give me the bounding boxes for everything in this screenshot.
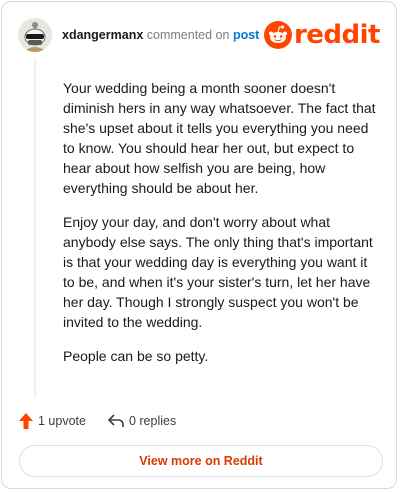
reddit-snoo-icon [263,21,292,49]
upvote-arrow-icon [19,413,33,429]
user-avatar[interactable] [18,18,52,52]
comment-header: xdangermanx commented on post reddit [18,18,381,52]
comment-paragraph: People can be so petty. [63,348,209,364]
comment-embed-card: xdangermanx commented on post reddit You… [1,1,397,489]
upvote-count: 1 upvote [38,414,86,428]
username-link[interactable]: xdangermanx [62,28,143,42]
comment-actions: 1 upvote 0 replies [19,411,198,431]
view-more-button[interactable]: View more on Reddit [19,445,383,477]
post-link[interactable]: post [233,28,259,42]
upvote-button[interactable]: 1 upvote [19,413,86,429]
replies-button[interactable]: 0 replies [108,414,176,428]
comment-body: Your wedding being a month sooner doesn'… [63,78,379,380]
thread-line [34,58,36,398]
reddit-logo[interactable]: reddit [263,20,381,50]
replies-count: 0 replies [128,414,177,428]
comment-paragraph: Enjoy your day, and don't worry about wh… [63,214,373,330]
snoo-avatar-icon [18,18,52,52]
comment-meta: xdangermanx commented on post [62,28,259,42]
comment-paragraph: Your wedding being a month sooner doesn'… [63,80,376,196]
reply-arrow-icon [108,414,124,427]
action-text: commented on [146,28,230,42]
reddit-wordmark: reddit [293,20,381,50]
